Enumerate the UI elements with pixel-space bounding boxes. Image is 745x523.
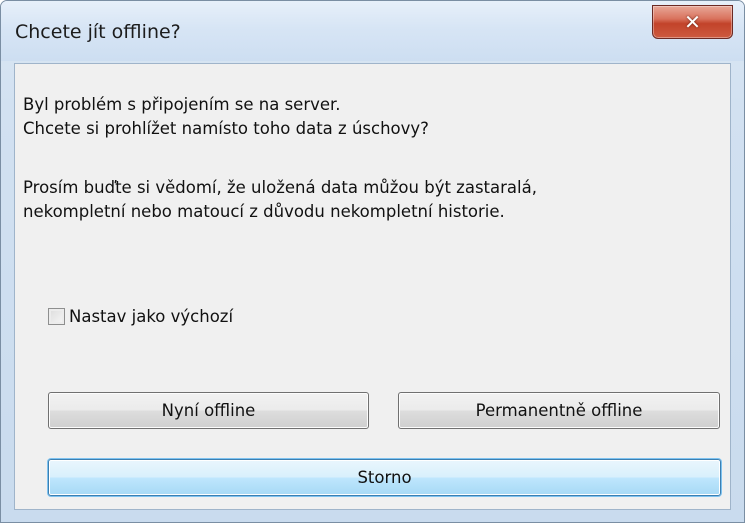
permanent-offline-button[interactable]: Permanentně offline [398, 392, 720, 429]
dialog-window: Chcete jít offline? ✕ Byl problém s přip… [0, 0, 745, 523]
window-title: Chcete jít offline? [15, 21, 181, 43]
set-as-default-checkbox-row[interactable]: Nastav jako výchozí [48, 307, 233, 326]
message-line-3: Prosím buďte si vědomí, že uložená data … [23, 178, 537, 197]
set-as-default-label[interactable]: Nastav jako výchozí [69, 307, 233, 326]
close-icon: ✕ [684, 10, 701, 34]
now-offline-button[interactable]: Nyní offline [48, 392, 369, 429]
message-line-4: nekompletní nebo matoucí z důvodu nekomp… [23, 202, 505, 221]
message-line-1: Byl problém s připojením se na server. [23, 95, 341, 114]
close-button[interactable]: ✕ [652, 5, 733, 39]
title-bar[interactable]: Chcete jít offline? ✕ [1, 1, 744, 61]
cancel-button[interactable]: Storno [48, 459, 721, 496]
message-line-2: Chcete si prohlížet namísto toho data z … [23, 119, 429, 138]
set-as-default-checkbox[interactable] [48, 308, 65, 325]
